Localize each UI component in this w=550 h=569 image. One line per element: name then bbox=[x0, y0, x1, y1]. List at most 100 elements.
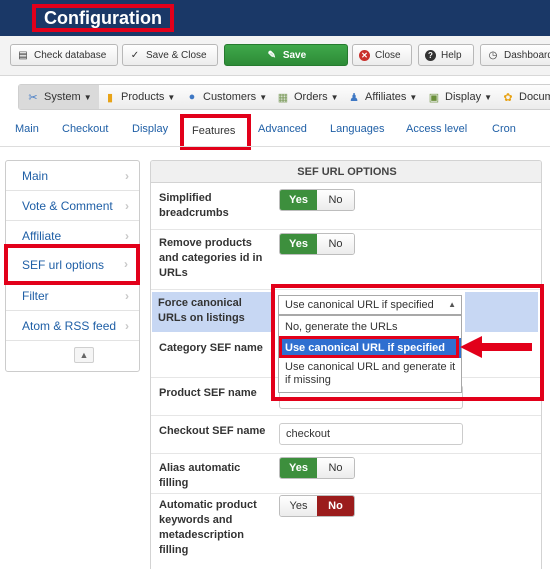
check-database-label: Check database bbox=[34, 49, 107, 61]
configuration-page: Configuration ▤ Check database ✓ Save & … bbox=[0, 0, 550, 569]
menu-documentation[interactable]: ✿ Docum bbox=[501, 85, 550, 109]
tab-features-label: Features bbox=[192, 125, 236, 137]
tab-advanced[interactable]: Advanced bbox=[258, 123, 307, 135]
tab-display[interactable]: Display bbox=[132, 123, 168, 135]
chevron-right-icon: › bbox=[125, 289, 129, 303]
save-close-button[interactable]: ✓ Save & Close bbox=[122, 44, 218, 66]
dashboard-button[interactable]: ◷ Dashboard bbox=[480, 44, 550, 66]
page-title: Configuration bbox=[44, 7, 162, 28]
menu-affiliates[interactable]: ♟ Affiliates ▼ bbox=[347, 85, 417, 109]
sidebar-item-label: Atom & RSS feed bbox=[22, 318, 117, 333]
row-divider bbox=[151, 453, 541, 454]
help-label: Help bbox=[441, 49, 462, 61]
auto-keywords-toggle: Yes No bbox=[279, 495, 355, 517]
menu-system[interactable]: ✂ System ▼ bbox=[19, 85, 99, 109]
auto-keywords-no[interactable]: No bbox=[317, 496, 354, 516]
check-icon: ✓ bbox=[130, 49, 140, 61]
chevron-down-icon: ▼ bbox=[409, 92, 418, 102]
tab-languages[interactable]: Languages bbox=[330, 123, 384, 135]
up-arrow-icon: ▲ bbox=[79, 350, 89, 360]
help-button[interactable]: ? Help bbox=[418, 44, 474, 66]
pointer-arrow-icon bbox=[460, 336, 532, 358]
checkout-sef-input[interactable]: checkout bbox=[279, 423, 463, 445]
menu-customers-label: Customers bbox=[203, 91, 257, 103]
sidebar-item-label: SEF url options bbox=[22, 258, 105, 272]
affiliates-icon: ♟ bbox=[349, 91, 359, 104]
main-menu: ✂ System ▼ ▮ Products ▼ ● Customers ▼ ▦ … bbox=[18, 84, 550, 110]
chevron-down-icon: ▼ bbox=[484, 92, 492, 102]
tab-features[interactable]: Features bbox=[180, 114, 251, 150]
panel-title: SEF URL OPTIONS bbox=[151, 161, 541, 183]
force-canonical-row-highlight: Force canonical URLs on listings bbox=[152, 292, 272, 332]
menu-documentation-label: Docum bbox=[519, 91, 550, 103]
customers-icon: ● bbox=[188, 91, 196, 103]
force-canonical-label: Force canonical URLs on listings bbox=[158, 297, 245, 324]
close-label: Close bbox=[375, 49, 401, 61]
category-sef-label: Category SEF name bbox=[159, 342, 263, 354]
menu-display[interactable]: ▣ Display ▼ bbox=[427, 85, 492, 109]
tab-cron[interactable]: Cron bbox=[492, 123, 516, 135]
orders-icon: ▦ bbox=[277, 91, 289, 104]
tab-access-level[interactable]: Access level bbox=[406, 123, 467, 135]
menu-orders-label: Orders bbox=[294, 91, 328, 103]
config-tabs: Main Checkout Display Features Advanced … bbox=[0, 114, 550, 150]
auto-keywords-yes[interactable]: Yes bbox=[280, 496, 317, 516]
title-highlight: Configuration bbox=[32, 4, 174, 32]
scroll-top-button[interactable]: ▲ bbox=[74, 347, 94, 363]
row-divider bbox=[151, 229, 541, 230]
close-icon: ✕ bbox=[359, 49, 370, 61]
alias-filling-no[interactable]: No bbox=[317, 458, 354, 478]
menu-customers[interactable]: ● Customers ▼ bbox=[185, 85, 267, 109]
sidebar-item-label: Vote & Comment bbox=[22, 198, 113, 213]
sidebar-item-vote-comment[interactable]: Vote & Comment › bbox=[6, 191, 139, 221]
row-divider bbox=[151, 415, 541, 416]
menu-products[interactable]: ▮ Products ▼ bbox=[103, 85, 175, 109]
sidebar-item-atom-rss[interactable]: Atom & RSS feed › bbox=[6, 311, 139, 341]
tabs-divider bbox=[0, 146, 550, 147]
toolbar: ▤ Check database ✓ Save & Close ✎ Save ✕… bbox=[0, 36, 550, 76]
check-database-button[interactable]: ▤ Check database bbox=[10, 44, 118, 66]
chevron-down-icon: ▼ bbox=[330, 92, 339, 102]
simplified-breadcrumbs-label: Simplified breadcrumbs bbox=[159, 192, 229, 219]
database-icon: ▤ bbox=[18, 49, 28, 61]
simplified-breadcrumbs-no[interactable]: No bbox=[317, 190, 354, 210]
menu-products-label: Products bbox=[121, 91, 165, 103]
row-divider bbox=[151, 493, 541, 494]
remove-ids-yes[interactable]: Yes bbox=[280, 234, 317, 254]
chevron-right-icon: › bbox=[125, 199, 129, 213]
menu-affiliates-label: Affiliates bbox=[365, 91, 407, 103]
menu-display-label: Display bbox=[445, 91, 482, 103]
menu-orders[interactable]: ▦ Orders ▼ bbox=[276, 85, 339, 109]
documentation-icon: ✿ bbox=[503, 91, 513, 104]
simplified-breadcrumbs-yes[interactable]: Yes bbox=[280, 190, 317, 210]
sidebar-item-main[interactable]: Main › bbox=[6, 161, 139, 191]
tab-checkout[interactable]: Checkout bbox=[62, 123, 108, 135]
chevron-right-icon: › bbox=[125, 319, 129, 333]
product-sef-label: Product SEF name bbox=[159, 387, 257, 399]
help-icon: ? bbox=[425, 49, 436, 61]
sidebar-item-sef-url-options[interactable]: SEF url options › bbox=[4, 244, 140, 285]
save-label: Save bbox=[282, 49, 307, 61]
sidebar-item-label: Main bbox=[22, 168, 49, 183]
products-icon: ▮ bbox=[106, 91, 114, 104]
chevron-right-icon: › bbox=[125, 169, 129, 183]
tab-main[interactable]: Main bbox=[15, 123, 39, 135]
alias-filling-yes[interactable]: Yes bbox=[280, 458, 317, 478]
alias-filling-label: Alias automatic filling bbox=[159, 462, 241, 489]
menu-system-label: System bbox=[44, 91, 81, 103]
dashboard-label: Dashboard bbox=[504, 49, 550, 61]
remove-ids-label: Remove products and categories id in URL… bbox=[159, 237, 263, 279]
edit-icon: ✎ bbox=[267, 49, 276, 61]
sidebar-item-label: Affiliate bbox=[22, 228, 62, 243]
save-button[interactable]: ✎ Save bbox=[224, 44, 348, 66]
simplified-breadcrumbs-toggle: Yes No bbox=[279, 189, 355, 211]
remove-ids-no[interactable]: No bbox=[317, 234, 354, 254]
alias-filling-toggle: Yes No bbox=[279, 457, 355, 479]
chevron-right-icon: › bbox=[125, 229, 129, 243]
chevron-down-icon: ▼ bbox=[259, 92, 268, 102]
save-close-label: Save & Close bbox=[146, 49, 207, 61]
close-button[interactable]: ✕ Close bbox=[352, 44, 412, 66]
sidebar-item-filter[interactable]: Filter › bbox=[6, 281, 139, 311]
chevron-right-icon: › bbox=[124, 257, 128, 271]
display-icon: ▣ bbox=[428, 91, 440, 104]
